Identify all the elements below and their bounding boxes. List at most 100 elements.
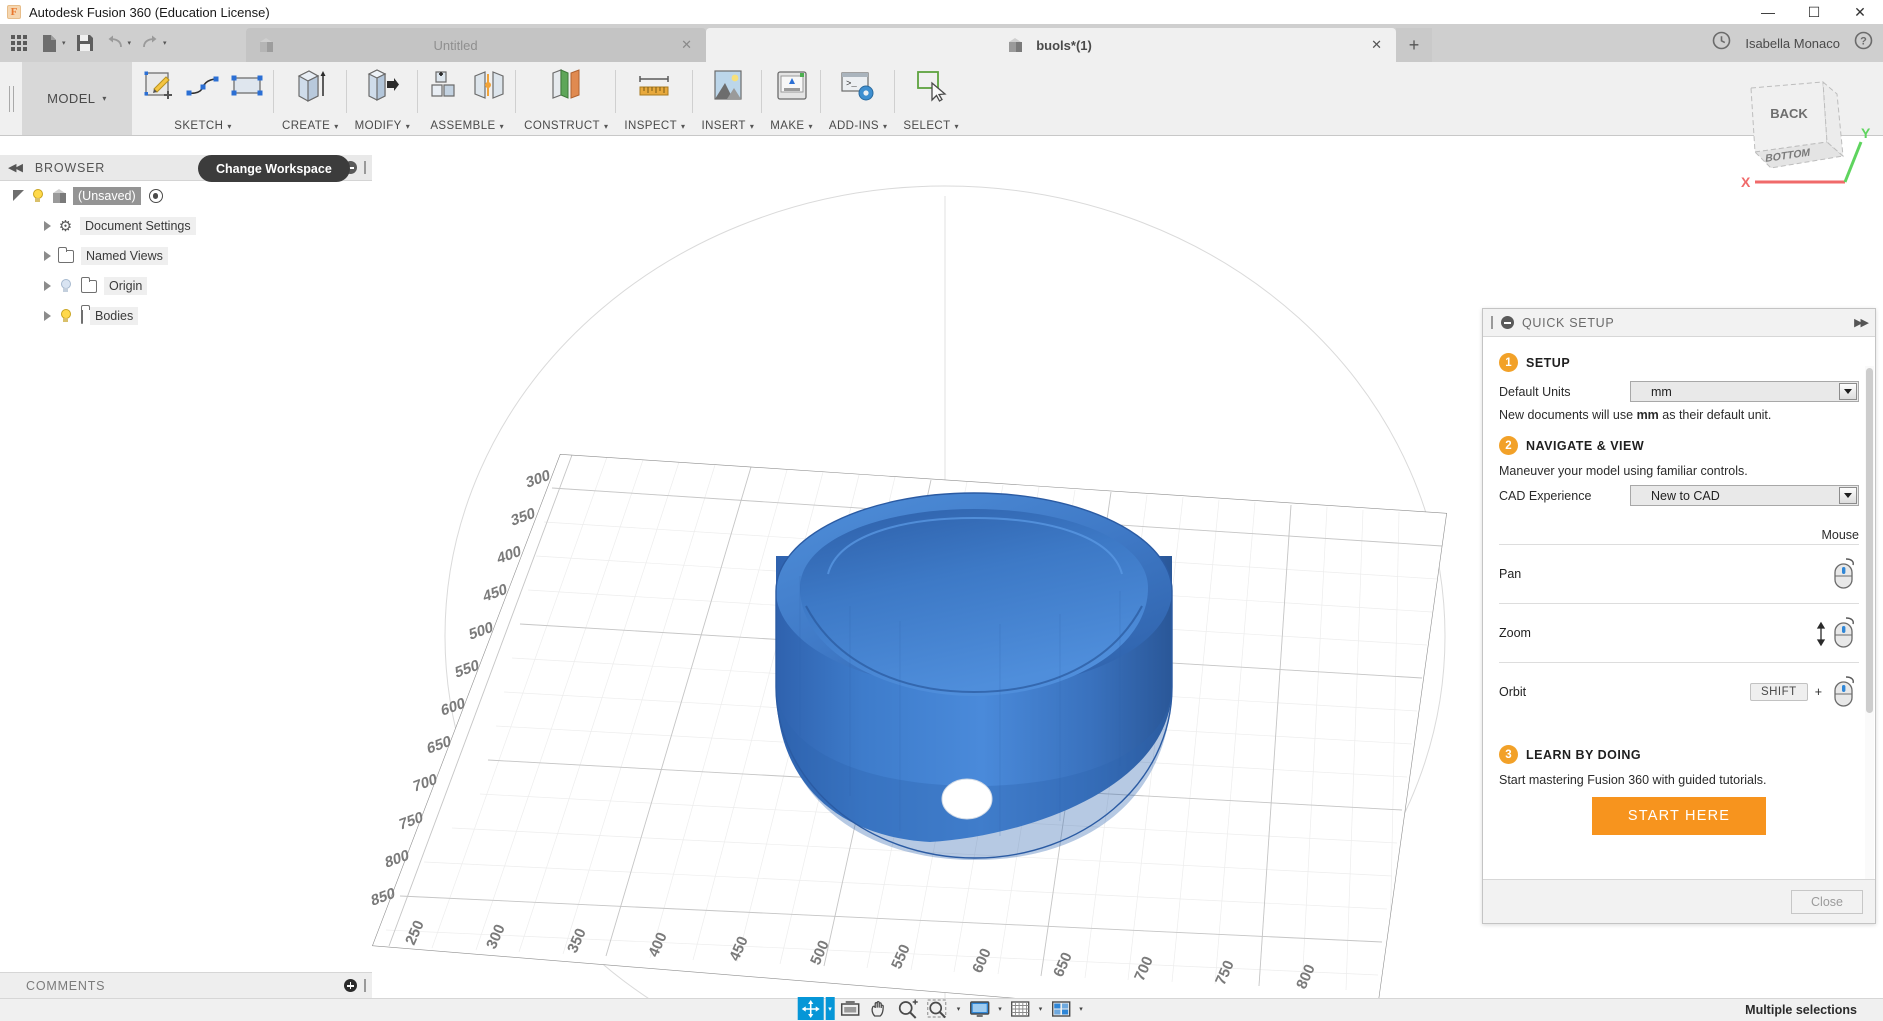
tree-node-origin[interactable]: Origin (0, 271, 372, 301)
chevron-down-icon[interactable] (1839, 487, 1857, 504)
cad-experience-select[interactable]: New to CAD (1630, 485, 1859, 506)
look-at-tool-button[interactable] (837, 997, 864, 1020)
save-button[interactable] (70, 28, 100, 58)
visibility-bulb-icon[interactable] (30, 188, 45, 204)
select-icon[interactable] (912, 66, 950, 106)
pan-tool-button[interactable] (866, 997, 892, 1020)
window-title-bar: F Autodesk Fusion 360 (Education License… (0, 0, 1883, 24)
browser-title: BROWSER (34, 160, 106, 175)
step-title: LEARN BY DOING (1526, 747, 1642, 762)
help-icon[interactable]: ? (1854, 31, 1873, 55)
username-label[interactable]: Isabella Monaco (1745, 36, 1840, 51)
panel-resize-grip[interactable] (364, 979, 366, 992)
close-icon[interactable]: ✕ (651, 37, 692, 53)
mouse-action-label: Zoom (1499, 626, 1531, 640)
offset-plane-icon[interactable] (547, 66, 585, 106)
minimize-circle-icon[interactable] (1501, 316, 1514, 329)
start-here-button[interactable]: START HERE (1592, 797, 1766, 835)
view-cube-faces: BACK BOTTOM (1750, 80, 1845, 169)
chevron-down-icon[interactable]: ▾ (1036, 1005, 1046, 1013)
ribbon-grip[interactable] (0, 62, 22, 135)
ribbon-group-label[interactable]: ADD-INS ▾ (829, 120, 888, 132)
scrollbar-thumb[interactable] (1866, 368, 1873, 713)
tree-node-document-settings[interactable]: ⚙ Document Settings (0, 211, 372, 241)
quick-setup-scrollbar[interactable] (1865, 366, 1874, 906)
plus-symbol: + (1814, 685, 1822, 699)
panel-resize-grip[interactable] (364, 161, 366, 174)
maximize-button[interactable]: ☐ (1791, 0, 1837, 24)
ribbon-group-label[interactable]: INSERT ▾ (701, 120, 754, 132)
learn-description: Start mastering Fusion 360 with guided t… (1499, 773, 1767, 787)
close-button[interactable]: ✕ (1837, 0, 1883, 24)
close-icon[interactable]: ✕ (1341, 37, 1382, 53)
tree-node-label: (Unsaved) (73, 187, 141, 205)
document-tab-buols[interactable]: buols*(1) ✕ (706, 28, 1396, 62)
chevron-down-icon[interactable]: ▾ (1076, 1005, 1086, 1013)
measure-icon[interactable] (636, 66, 674, 106)
orbit-tool-button[interactable] (797, 997, 824, 1020)
chevron-right-icon[interactable] (43, 281, 51, 291)
document-tab-untitled[interactable]: Untitled ✕ (246, 28, 706, 62)
display-settings-button[interactable] (965, 997, 993, 1020)
chevron-right-icon[interactable] (43, 311, 51, 321)
setup-step-3-header: 3 LEARN BY DOING (1499, 745, 1859, 764)
expand-right-icon[interactable]: ▶▶ (1854, 316, 1869, 329)
workspace-switcher[interactable]: MODEL ▾ (22, 62, 132, 135)
chevron-down-icon[interactable]: ▾ (825, 997, 835, 1020)
ribbon-label-text: SELECT (903, 120, 951, 132)
ribbon-group-label[interactable]: MAKE ▾ (770, 120, 813, 132)
svg-text:>_: >_ (846, 79, 857, 89)
activate-component-radio[interactable] (148, 189, 163, 203)
add-circle-icon[interactable] (344, 979, 357, 992)
joint-icon[interactable] (470, 66, 508, 106)
collapse-left-icon[interactable]: ◀◀ (8, 161, 23, 174)
minimize-button[interactable]: — (1745, 0, 1791, 24)
workspace-tooltip: Change Workspace (198, 155, 350, 182)
viewports-button[interactable] (1047, 997, 1074, 1020)
ribbon-group-label[interactable]: MODIFY ▾ (355, 120, 411, 132)
press-pull-icon[interactable] (363, 66, 401, 106)
3d-print-icon[interactable] (773, 66, 811, 106)
rectangle-icon[interactable] (228, 66, 266, 106)
visibility-bulb-icon[interactable] (58, 308, 73, 324)
create-sketch-icon[interactable] (140, 66, 178, 106)
ribbon-group-label[interactable]: SKETCH ▾ (174, 120, 231, 132)
new-document-button[interactable] (34, 28, 64, 58)
new-component-icon[interactable] (426, 66, 464, 106)
panel-drag-grip[interactable] (1491, 316, 1493, 329)
expand-triangle-icon[interactable] (12, 189, 26, 203)
clock-icon[interactable] (1712, 31, 1731, 55)
visibility-bulb-icon[interactable] (58, 278, 73, 294)
chevron-down-icon[interactable]: ▾ (995, 1005, 1005, 1013)
close-button[interactable]: Close (1791, 889, 1863, 914)
zoom-tool-button[interactable] (894, 997, 922, 1020)
new-tab-button[interactable]: + (1396, 28, 1432, 62)
insert-image-icon[interactable] (709, 66, 747, 106)
chevron-down-icon[interactable] (1839, 383, 1857, 400)
hint-pre: New documents will use (1499, 408, 1637, 422)
extrude-icon[interactable] (291, 66, 329, 106)
view-cube[interactable]: BACK BOTTOM X Y (1725, 80, 1875, 195)
chevron-right-icon[interactable] (43, 221, 51, 231)
undo-button[interactable] (100, 28, 130, 58)
tree-node-unsaved[interactable]: (Unsaved) (0, 181, 372, 211)
chevron-down-icon[interactable]: ▾ (954, 1005, 964, 1013)
default-units-select[interactable]: mm (1630, 381, 1859, 402)
grid-snaps-button[interactable] (1007, 997, 1034, 1020)
scripts-addins-icon[interactable]: >_ (839, 66, 877, 106)
mouse-middle-icon (1829, 556, 1859, 593)
comments-bar[interactable]: COMMENTS (0, 972, 372, 998)
ribbon-group-label[interactable]: CONSTRUCT ▾ (524, 120, 608, 132)
tree-node-bodies[interactable]: Bodies (0, 301, 372, 331)
ribbon-group-label[interactable]: SELECT ▾ (903, 120, 959, 132)
ribbon-group-label[interactable]: ASSEMBLE ▾ (430, 120, 504, 132)
fit-tool-button[interactable] (924, 997, 952, 1020)
chevron-right-icon[interactable] (43, 251, 51, 261)
ribbon-group-label[interactable]: INSPECT ▾ (624, 120, 685, 132)
redo-button[interactable] (135, 28, 165, 58)
spline-icon[interactable] (184, 66, 222, 106)
ribbon-group-label[interactable]: CREATE ▾ (282, 120, 339, 132)
tree-node-named-views[interactable]: Named Views (0, 241, 372, 271)
shift-key-label: SHIFT (1749, 683, 1808, 701)
show-all-apps-button[interactable] (4, 28, 34, 58)
